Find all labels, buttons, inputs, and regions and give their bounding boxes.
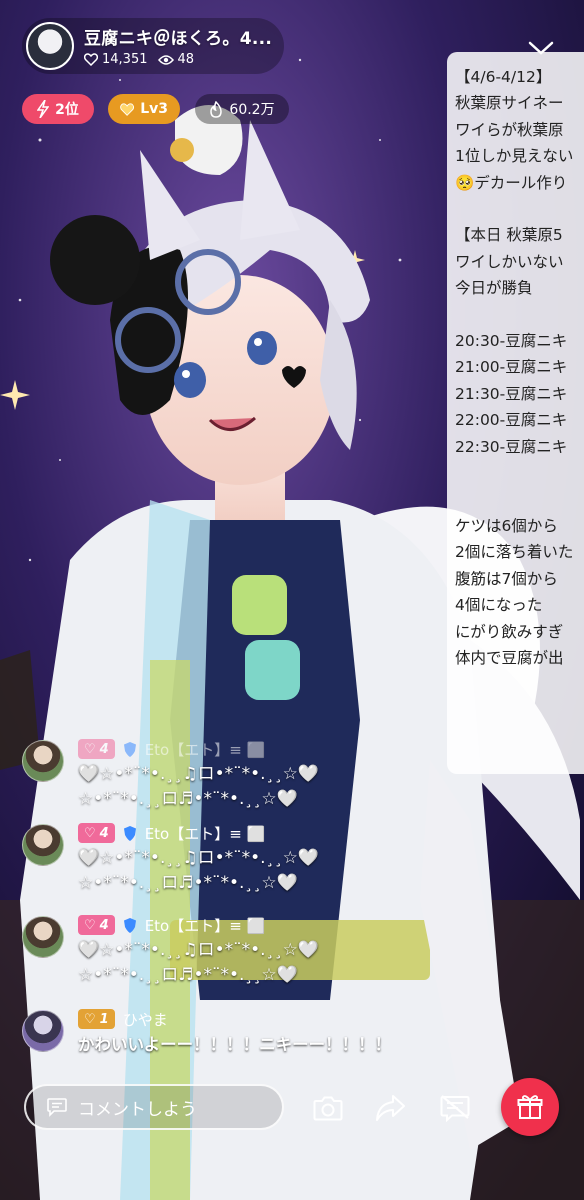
bolt-icon	[37, 100, 50, 118]
heart-level-icon: ♡	[84, 917, 96, 933]
likes-stat: 14,351	[84, 52, 148, 67]
chat-user-avatar[interactable]	[22, 1010, 64, 1052]
streamer-avatar[interactable]	[26, 22, 74, 70]
chat-meta: ♡ 1 ひやま	[78, 1008, 168, 1030]
notice-line	[455, 196, 584, 222]
heart-level-icon: ♡	[84, 741, 96, 757]
notice-line: 4個になった	[455, 596, 543, 615]
fan-level-badge: ♡ 4	[78, 823, 115, 843]
points-badge[interactable]: 60.2万	[195, 94, 289, 124]
notice-line	[455, 460, 584, 486]
gift-icon	[517, 1095, 543, 1119]
heart-outline-icon	[84, 53, 98, 66]
ranking-label: 2位	[55, 102, 79, 118]
notice-line: ケツは6個から	[455, 516, 558, 535]
notice-line: にがり飲みすぎ	[455, 622, 564, 641]
notice-line	[455, 487, 584, 513]
notice-line: 【4/6-4/12】	[455, 68, 552, 86]
shield-icon	[123, 825, 136, 841]
notice-line: 21:30-豆腐ニキ	[455, 384, 568, 403]
caption-toggle-button[interactable]	[437, 1090, 473, 1126]
fan-level-badge: ♡ 4	[78, 915, 115, 935]
chat-text: かわいいよーー！！！！ニキーー！！！！	[78, 1035, 392, 1054]
share-button[interactable]	[372, 1090, 408, 1126]
comment-placeholder: コメントしよう	[78, 1099, 197, 1120]
caption-off-icon	[440, 1095, 470, 1123]
notice-line: ワイしかいない	[455, 252, 564, 271]
chat-text: 🤍☆•*¨*•.¸¸♫ロ•*¨*•.¸¸☆🤍 ☆•*¨*•.¸¸ロ♬•*¨*•.…	[78, 848, 319, 893]
chat-user-avatar[interactable]	[22, 740, 64, 782]
notice-line: 22:00-豆腐ニキ	[455, 411, 568, 430]
points-label: 60.2万	[229, 102, 275, 118]
notice-line: 2個に落ち着いた	[455, 543, 574, 562]
eye-icon	[157, 54, 174, 65]
shield-icon	[123, 741, 136, 757]
stream-stats: 14,351 48	[84, 52, 194, 67]
camera-button[interactable]	[310, 1090, 346, 1126]
camera-icon	[313, 1096, 343, 1121]
share-icon	[376, 1095, 405, 1121]
chat-username[interactable]: ひやま	[123, 1009, 168, 1030]
notice-line: 1位しか見えない	[455, 147, 574, 166]
chat-username[interactable]: Eto【エト】≡ ⬜	[145, 915, 266, 936]
chat-username[interactable]: Eto【エト】≡ ⬜	[145, 823, 266, 844]
ranking-badge[interactable]: 2位	[22, 94, 94, 124]
comment-icon	[47, 1098, 67, 1117]
notice-text: 【4/6-4/12】 秋葉原サイネー ワイらが秋葉原 1位しか見えない 🥺デカール作り …	[455, 64, 584, 671]
comment-input[interactable]: コメントしよう	[24, 1084, 284, 1130]
streamer-name[interactable]: 豆腐ニキ＠ほくろ。4...	[84, 24, 272, 49]
chat-text: 🤍☆•*¨*•.¸¸♫ロ•*¨*•.¸¸☆🤍 ☆•*¨*•.¸¸ロ♬•*¨*•.…	[78, 764, 319, 809]
notice-line: 秋葉原サイネー	[455, 94, 564, 113]
notice-line: 🥺デカール作り	[455, 173, 568, 192]
gift-button[interactable]	[501, 1078, 559, 1136]
viewers-stat: 48	[157, 52, 195, 67]
notice-line: 腹筋は7個から	[455, 569, 558, 588]
chat-text: 🤍☆•*¨*•.¸¸♫ロ•*¨*•.¸¸☆🤍 ☆•*¨*•.¸¸ロ♬•*¨*•.…	[78, 940, 319, 985]
notice-line: ワイらが秋葉原	[455, 120, 564, 139]
chat-user-avatar[interactable]	[22, 916, 64, 958]
viewers-count: 48	[177, 52, 195, 67]
heart-level-icon: ♡	[84, 1011, 96, 1027]
chat-user-avatar[interactable]	[22, 824, 64, 866]
notice-line: 22:30-豆腐ニキ	[455, 437, 568, 456]
shield-icon	[123, 917, 136, 933]
chevron-down-icon[interactable]	[526, 38, 556, 58]
notice-line: 体内で豆腐が出	[455, 648, 564, 667]
level-badge[interactable]: Lv3	[108, 94, 180, 124]
fire-icon	[210, 100, 223, 118]
chat-username[interactable]: Eto【エト】≡ ⬜	[145, 739, 266, 760]
notice-line	[455, 302, 584, 328]
heart-level-icon	[120, 102, 135, 116]
notice-line: 【本日 秋葉原5	[455, 226, 563, 245]
level-label: Lv3	[140, 101, 168, 117]
notice-line: 20:30-豆腐ニキ	[455, 332, 568, 351]
notice-line: 今日が勝負	[455, 279, 533, 298]
heart-level-icon: ♡	[84, 825, 96, 841]
notice-line: 21:00-豆腐ニキ	[455, 358, 568, 377]
chat-meta: ♡ 4 Eto【エト】≡ ⬜	[78, 914, 265, 936]
fan-level-badge: ♡ 4	[78, 739, 115, 759]
chat-meta: ♡ 4 Eto【エト】≡ ⬜	[78, 738, 265, 760]
fan-level-badge: ♡ 1	[78, 1009, 115, 1029]
likes-count: 14,351	[102, 52, 148, 67]
chat-meta: ♡ 4 Eto【エト】≡ ⬜	[78, 822, 265, 844]
live-stream-screen: 豆腐ニキ＠ほくろ。4... 14,351 48 2位 Lv3 60.2万 【4/…	[0, 0, 584, 1200]
